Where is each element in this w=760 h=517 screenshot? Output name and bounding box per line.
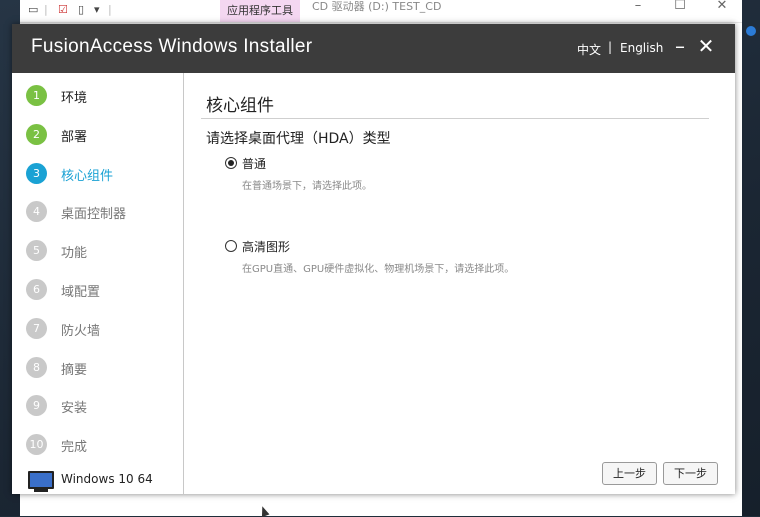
step-label: 部署	[61, 129, 88, 145]
step-label: 域配置	[61, 285, 101, 300]
help-icon[interactable]	[746, 26, 756, 36]
installer-title: FusionAccess Windows Installer	[31, 36, 313, 57]
page-title: 核心组件	[206, 96, 274, 116]
sidebar-step-10: 10 完成	[26, 434, 176, 456]
step-number-badge: 9	[26, 395, 47, 417]
sidebar-step-8: 8 摘要	[26, 356, 176, 379]
save-icon[interactable]: ▭	[28, 3, 38, 16]
toolbar-divider: |	[44, 3, 48, 16]
radio-hd-graphics[interactable]	[225, 240, 237, 252]
monitor-stand	[34, 489, 48, 492]
sidebar-step-2: 2 部署	[26, 123, 176, 146]
steps-sidebar: 1 环境 2 部署 3 核心组件 4 桌面控制器 5 功能 6 域配置 7 防火墙 8 摘要 9 安装 10 完成 W…	[12, 73, 184, 494]
step-label: 安装	[61, 401, 88, 417]
step-number-badge: 5	[26, 240, 47, 262]
sidebar-step-6: 6 域配置	[26, 279, 176, 301]
minimize-icon[interactable]: –	[628, 0, 648, 14]
maximize-icon[interactable]: ☐	[670, 0, 690, 14]
step-label: 桌面控制器	[61, 207, 127, 223]
step-label: 防火墙	[61, 323, 101, 339]
hda-type-question: 请选择桌面代理（HDA）类型	[206, 131, 391, 147]
step-label: 完成	[61, 440, 88, 456]
monitor-icon	[28, 471, 54, 489]
step-number-badge: 6	[26, 279, 47, 300]
toolbar-divider-2: |	[108, 3, 112, 16]
close-icon[interactable]: ✕	[712, 0, 732, 14]
radio-normal[interactable]	[225, 157, 237, 169]
os-version-label: Windows 10 64	[61, 472, 153, 486]
step-number-badge: 8	[26, 356, 47, 378]
quick-access-dropdown[interactable]: ▾	[94, 3, 100, 16]
new-folder-icon[interactable]: ▯	[78, 3, 84, 16]
option-hd-graphics-label[interactable]: 高清图形	[242, 238, 290, 255]
installer-header: FusionAccess Windows Installer 中文 | Engl…	[12, 24, 735, 73]
explorer-title-bar: ▭ | ☑ ▯ ▾ | 应用程序工具 CD 驱动器 (D:) TEST_CD –…	[20, 0, 742, 23]
step-label: 功能	[61, 246, 88, 262]
step-label: 摘要	[61, 362, 88, 378]
step-number-badge: 4	[26, 201, 47, 223]
step-number-badge: 1	[26, 85, 47, 106]
explorer-title: CD 驱动器 (D:) TEST_CD	[312, 0, 442, 13]
step-number-badge: 10	[26, 434, 47, 456]
title-divider	[201, 118, 709, 119]
sidebar-step-3: 3 核心组件	[26, 162, 176, 185]
language-chinese-link[interactable]: 中文	[577, 41, 601, 58]
minimize-icon[interactable]: –	[670, 35, 690, 57]
step-number-badge: 3	[26, 162, 47, 184]
option-normal-desc: 在普通场景下，请选择此项。	[242, 181, 372, 192]
step-number-badge: 2	[26, 123, 47, 145]
properties-icon[interactable]: ☑	[58, 3, 68, 16]
sidebar-step-5: 5 功能	[26, 240, 176, 262]
installer-window: FusionAccess Windows Installer 中文 | Engl…	[12, 24, 735, 494]
step-label: 环境	[61, 91, 88, 106]
option-hd-graphics-desc: 在GPU直通、GPU硬件虚拟化、物理机场景下，请选择此项。	[242, 264, 515, 275]
step-label: 核心组件	[61, 168, 114, 184]
step-number-badge: 7	[26, 317, 47, 339]
language-english-link[interactable]: English	[620, 41, 663, 55]
sidebar-step-1: 1 环境	[26, 85, 176, 107]
sidebar-step-9: 9 安装	[26, 395, 176, 417]
sidebar-step-4: 4 桌面控制器	[26, 201, 176, 223]
previous-button[interactable]: 上一步	[602, 462, 657, 485]
language-separator: |	[608, 40, 613, 54]
tab-application-tools[interactable]: 应用程序工具	[220, 0, 300, 22]
main-panel: 核心组件 请选择桌面代理（HDA）类型 普通 在普通场景下，请选择此项。 高清图…	[184, 73, 735, 494]
close-icon[interactable]: ✕	[696, 35, 716, 57]
sidebar-step-7: 7 防火墙	[26, 317, 176, 340]
radio-selected-dot	[228, 160, 234, 166]
option-normal-label[interactable]: 普通	[242, 155, 266, 172]
next-button[interactable]: 下一步	[663, 462, 718, 485]
